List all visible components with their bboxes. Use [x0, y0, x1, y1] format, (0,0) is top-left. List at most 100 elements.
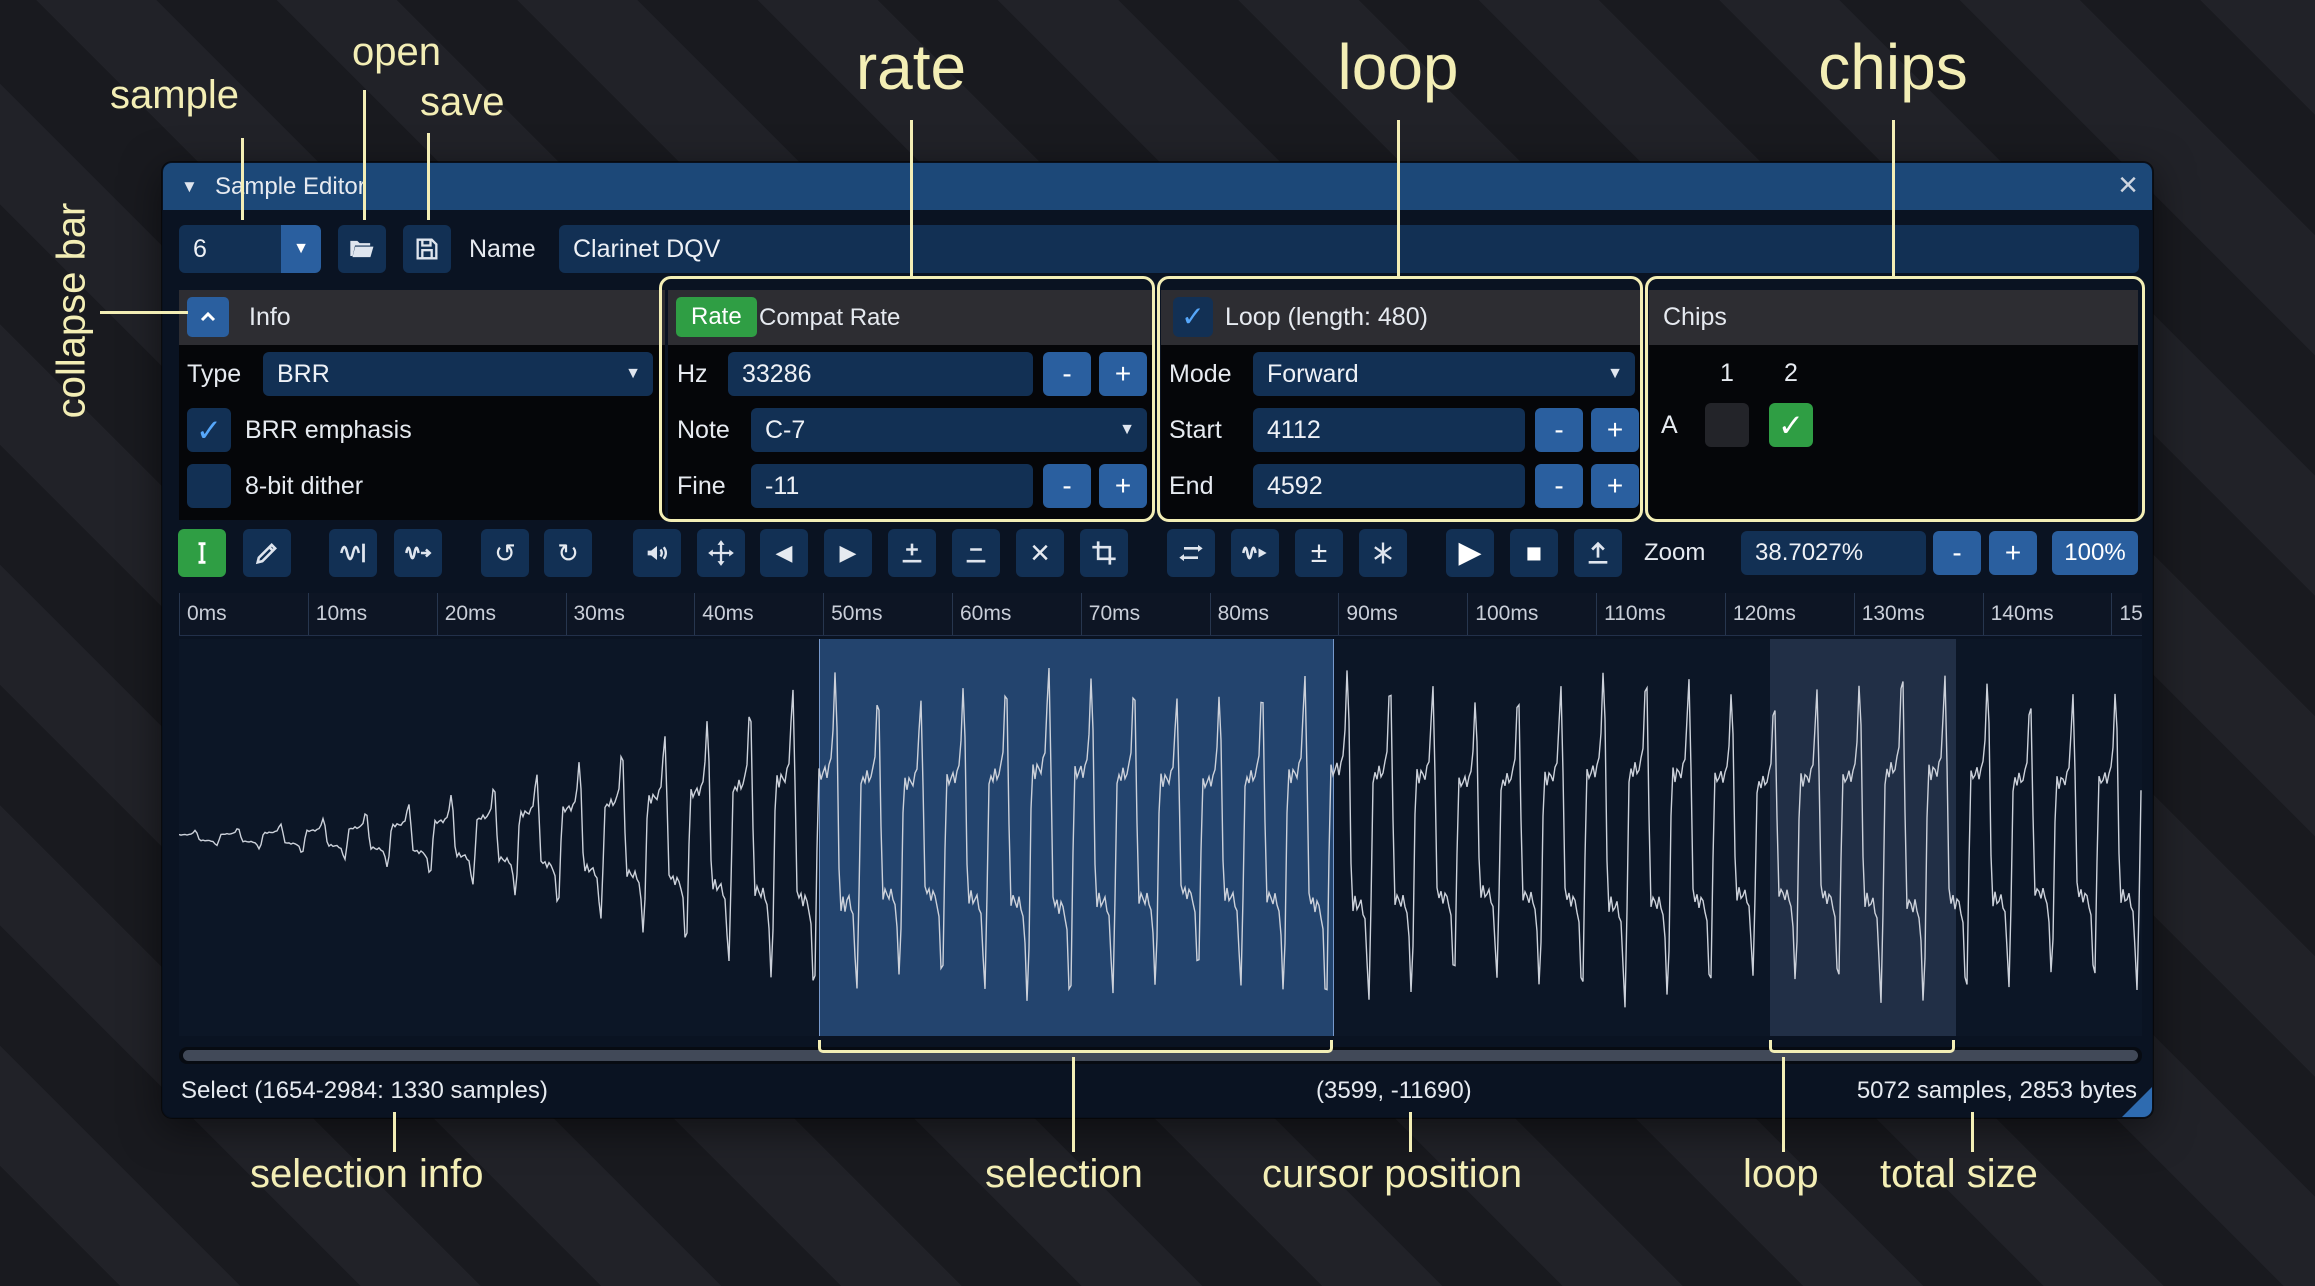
zoom-in-button[interactable]: +: [1989, 531, 2037, 575]
brr-emphasis-checkbox[interactable]: ✓: [187, 408, 231, 452]
time-ruler: 0ms10ms20ms30ms40ms50ms60ms70ms80ms90ms1…: [179, 593, 2142, 636]
sample-selector[interactable]: 6 ▼: [179, 225, 321, 273]
close-button[interactable]: ×: [2118, 163, 2138, 208]
minus-bar-icon: [962, 539, 990, 567]
resize-button[interactable]: [697, 529, 745, 577]
ruler-tick: 140ms: [1983, 593, 2054, 635]
wave-bar-icon: [339, 539, 367, 567]
callout-line-sample: [241, 138, 244, 220]
zoom-out-button[interactable]: -: [1933, 531, 1981, 575]
stop-button[interactable]: ■: [1510, 529, 1558, 577]
amplify-button[interactable]: [633, 529, 681, 577]
callout-line-collapse-bar: [100, 311, 188, 314]
stretch-button[interactable]: [394, 529, 442, 577]
ibeam-cursor-icon: [188, 539, 216, 567]
ruler-tick: 100ms: [1467, 593, 1538, 635]
ruler-tick: 90ms: [1338, 593, 1397, 635]
create-instrument-button[interactable]: [1574, 529, 1622, 577]
undo-icon: ↺: [494, 540, 516, 566]
zoom-value: 38.7027%: [1755, 539, 1863, 566]
chips-outline-box: [1645, 276, 2145, 522]
annotation-rate: rate: [820, 30, 1002, 104]
play-icon: ▶: [1458, 538, 1481, 568]
annotation-selection: selection: [985, 1152, 1143, 1197]
ruler-tick: 70ms: [1081, 593, 1140, 635]
type-label: Type: [187, 352, 241, 396]
annotation-sample: sample: [110, 73, 239, 118]
annotation-loop-bottom: loop: [1743, 1152, 1819, 1197]
rate-outline-box: [659, 276, 1155, 522]
brr-emphasis-label: BRR emphasis: [245, 408, 412, 452]
ruler-tick: 80ms: [1210, 593, 1269, 635]
filter-button[interactable]: [1359, 529, 1407, 577]
chevron-down-icon: ▼: [625, 352, 641, 396]
callout-line-open: [363, 90, 366, 220]
waveform-display[interactable]: [179, 639, 2142, 1036]
wave-arrow-icon: [404, 539, 432, 567]
annotation-open: open: [352, 30, 441, 75]
info-panel-header: Info: [179, 290, 665, 345]
annotation-selection-info: selection info: [250, 1152, 483, 1197]
annotation-collapse-bar: collapse bar: [50, 161, 95, 461]
annotation-chips: chips: [1798, 30, 1988, 104]
delete-button[interactable]: ×: [1016, 529, 1064, 577]
adjust-sign-button[interactable]: ±: [1295, 529, 1343, 577]
name-input-value: Clarinet DQV: [573, 235, 720, 263]
preview-selection-button[interactable]: [1231, 529, 1279, 577]
callout-line-save: [427, 133, 430, 220]
resample-button[interactable]: [329, 529, 377, 577]
titlebar[interactable]: ▼ Sample Editor ×: [163, 163, 2152, 210]
loop-outline-box: [1157, 276, 1643, 522]
callout-line-loop: [1397, 120, 1400, 276]
folder-open-icon: [348, 235, 376, 263]
ruler-tick: 150: [2111, 593, 2142, 635]
annotation-loop: loop: [1310, 30, 1486, 104]
window-collapse-icon[interactable]: ▼: [181, 163, 198, 210]
reverse-button[interactable]: ◀: [760, 529, 808, 577]
invert-button[interactable]: ▶: [824, 529, 872, 577]
chevron-down-icon[interactable]: ▼: [281, 225, 321, 273]
collapse-bar-button[interactable]: [187, 297, 229, 337]
speaker-icon: [643, 539, 671, 567]
ruler-tick: 40ms: [694, 593, 753, 635]
dither-checkbox[interactable]: [187, 464, 231, 508]
redo-button[interactable]: ↻: [544, 529, 592, 577]
callout-line-selection: [1072, 1057, 1075, 1152]
type-dropdown[interactable]: BRR ▼: [263, 352, 653, 396]
callout-line-chips: [1892, 120, 1895, 276]
status-cursor-position: (3599, -11690): [1316, 1071, 1472, 1111]
play-button[interactable]: ▶: [1446, 529, 1494, 577]
chevron-up-icon: [196, 305, 220, 329]
filter-star-icon: [1369, 539, 1397, 567]
pencil-icon: [253, 539, 281, 567]
ruler-tick: 20ms: [437, 593, 496, 635]
dither-label: 8-bit dither: [245, 464, 363, 508]
open-sample-button[interactable]: [338, 225, 386, 273]
callout-line-loop-bottom: [1782, 1057, 1785, 1152]
selection-bracket-annotation: [818, 1040, 1333, 1053]
callout-line-selection-info: [393, 1112, 396, 1152]
annotation-cursor-position: cursor position: [1262, 1152, 1522, 1197]
window-resize-grip[interactable]: [2122, 1087, 2152, 1117]
save-sample-button[interactable]: [403, 225, 451, 273]
insert-silence-button[interactable]: [888, 529, 936, 577]
ruler-tick: 110ms: [1596, 593, 1665, 635]
ruler-tick: 130ms: [1854, 593, 1925, 635]
triangle-right-icon: ▶: [840, 542, 857, 564]
apply-silence-button[interactable]: [952, 529, 1000, 577]
check-icon: ✓: [196, 415, 222, 446]
sample-selector-value: 6: [193, 235, 207, 263]
draw-tool-button[interactable]: [243, 529, 291, 577]
zoom-value-input[interactable]: 38.7027%: [1741, 531, 1926, 575]
name-input[interactable]: Clarinet DQV: [559, 225, 2139, 273]
ruler-tick: 0ms: [179, 593, 227, 635]
ruler-tick: 120ms: [1725, 593, 1796, 635]
zoom-reset-button[interactable]: 100%: [2052, 531, 2138, 575]
crossfade-button[interactable]: [1167, 529, 1215, 577]
name-label: Name: [469, 225, 536, 273]
trim-button[interactable]: [1080, 529, 1128, 577]
callout-line-total-size: [1971, 1112, 1974, 1152]
undo-button[interactable]: ↺: [481, 529, 529, 577]
move-arrows-icon: [707, 539, 735, 567]
select-tool-button[interactable]: [178, 529, 226, 577]
